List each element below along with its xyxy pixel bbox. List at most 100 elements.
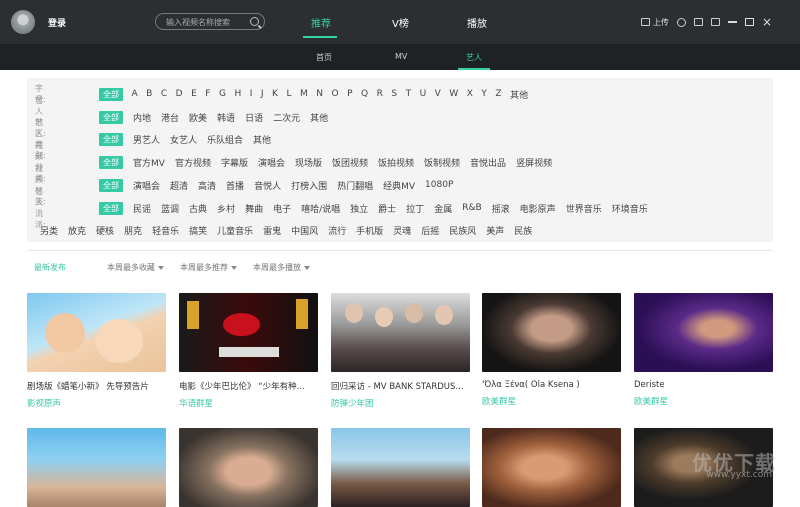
- video-artist[interactable]: 欧美群星: [634, 395, 773, 407]
- filter-option[interactable]: L: [286, 89, 291, 99]
- sort-most-favorited[interactable]: 本周最多收藏: [107, 262, 164, 273]
- filter-option[interactable]: 热门翻唱: [337, 179, 373, 192]
- filter-option[interactable]: Q: [361, 89, 368, 99]
- filter-option[interactable]: 超清: [170, 179, 188, 192]
- filter-option[interactable]: S: [391, 89, 397, 99]
- search-input[interactable]: 输入视频名称搜索: [166, 17, 230, 28]
- filter-option[interactable]: T: [406, 89, 412, 99]
- filter-option[interactable]: 饭制视频: [424, 156, 460, 169]
- search-box[interactable]: 输入视频名称搜索: [155, 13, 265, 30]
- filter-option[interactable]: 环境音乐: [612, 202, 648, 215]
- filter-option[interactable]: 中国风: [291, 224, 318, 237]
- filter-option[interactable]: R: [377, 89, 383, 99]
- video-card[interactable]: Deriste 欧美群星: [634, 293, 773, 407]
- filter-option[interactable]: 饭拍视频: [378, 156, 414, 169]
- video-thumbnail[interactable]: [634, 293, 773, 372]
- upload-button[interactable]: 上传: [641, 17, 669, 28]
- filter-option[interactable]: R&B: [462, 203, 481, 213]
- video-thumbnail[interactable]: [179, 293, 318, 372]
- filter-option[interactable]: 其他: [310, 111, 328, 124]
- filter-option[interactable]: I: [250, 89, 253, 99]
- filter-option[interactable]: 搞笑: [189, 224, 207, 237]
- filter-option[interactable]: Y: [481, 89, 487, 99]
- video-card[interactable]: 'Όλα Ξένα( Ola Ksena ) 欧美群星: [482, 293, 621, 407]
- video-card[interactable]: 回归采访 - MV BANK STARDUS... 防弹少年团: [331, 293, 470, 409]
- filter-option[interactable]: Z: [495, 89, 501, 99]
- video-artist[interactable]: 华语群星: [179, 397, 318, 409]
- filter-option[interactable]: 现场版: [295, 156, 322, 169]
- filter-option[interactable]: 全部: [99, 110, 123, 124]
- filter-option[interactable]: 音悦人: [254, 179, 281, 192]
- video-artist[interactable]: 欧美群星: [482, 395, 621, 407]
- video-thumbnail[interactable]: [482, 428, 621, 507]
- filter-option[interactable]: C: [161, 89, 167, 99]
- search-icon[interactable]: [250, 17, 259, 26]
- filter-option[interactable]: 经典MV: [383, 179, 415, 192]
- subtab-artist[interactable]: 艺人: [466, 52, 482, 63]
- login-button[interactable]: 登录: [48, 16, 66, 29]
- filter-option[interactable]: 女艺人: [170, 133, 197, 146]
- filter-option[interactable]: N: [316, 89, 323, 99]
- filter-option[interactable]: 首播: [226, 179, 244, 192]
- filter-option[interactable]: 拉丁: [406, 202, 424, 215]
- video-thumbnail[interactable]: [482, 293, 621, 372]
- sort-most-recommended[interactable]: 本周最多推荐: [180, 262, 237, 273]
- video-card[interactable]: [27, 428, 166, 507]
- skin-icon[interactable]: [710, 18, 720, 26]
- filter-option[interactable]: 嘻哈/说唱: [301, 202, 340, 215]
- video-artist[interactable]: 防弹少年团: [331, 397, 470, 409]
- filter-option[interactable]: 其他: [253, 133, 271, 146]
- sort-latest[interactable]: 最新发布: [34, 262, 66, 273]
- filter-option[interactable]: 官方视频: [175, 156, 211, 169]
- filter-option[interactable]: E: [191, 89, 197, 99]
- subtab-mv[interactable]: MV: [395, 52, 407, 61]
- filter-option[interactable]: 打榜入围: [291, 179, 327, 192]
- filter-option[interactable]: D: [176, 89, 183, 99]
- tab-vchart[interactable]: V榜: [392, 15, 409, 30]
- tab-play[interactable]: 播放: [467, 15, 487, 30]
- filter-option[interactable]: W: [449, 89, 458, 99]
- video-card[interactable]: 电影《少年巴比伦》 “少年有种... 华语群星: [179, 293, 318, 409]
- filter-option[interactable]: 全部: [99, 87, 123, 101]
- filter-option[interactable]: 官方MV: [133, 156, 165, 169]
- filter-option[interactable]: 美声: [486, 224, 504, 237]
- filter-option[interactable]: 全部: [99, 178, 123, 192]
- filter-option[interactable]: 乐队组合: [207, 133, 243, 146]
- close-icon[interactable]: ×: [762, 16, 772, 28]
- filter-option[interactable]: 二次元: [273, 111, 300, 124]
- filter-option[interactable]: 古典: [189, 202, 207, 215]
- video-card[interactable]: [179, 428, 318, 507]
- filter-option[interactable]: 民族: [514, 224, 532, 237]
- filter-option[interactable]: 电影原声: [520, 202, 556, 215]
- user-avatar[interactable]: [11, 10, 35, 34]
- filter-option[interactable]: 1080P: [425, 180, 453, 190]
- filter-option[interactable]: P: [347, 89, 352, 99]
- sort-most-played[interactable]: 本周最多播放: [253, 262, 310, 273]
- filter-option[interactable]: 民谣: [133, 202, 151, 215]
- filter-option[interactable]: 韩语: [217, 111, 235, 124]
- subtab-home[interactable]: 首页: [316, 52, 332, 63]
- video-title[interactable]: 回归采访 - MV BANK STARDUS...: [331, 380, 470, 392]
- filter-option[interactable]: 手机版: [356, 224, 383, 237]
- filter-option[interactable]: J: [261, 89, 264, 99]
- filter-option[interactable]: V: [435, 89, 441, 99]
- filter-option[interactable]: 世界音乐: [566, 202, 602, 215]
- filter-option[interactable]: M: [300, 89, 308, 99]
- video-title[interactable]: 剧场版《蜡笔小新》 先导预告片: [27, 380, 166, 392]
- filter-option[interactable]: 饭团视频: [332, 156, 368, 169]
- video-card[interactable]: [482, 428, 621, 507]
- filter-option[interactable]: U: [420, 89, 427, 99]
- filter-option[interactable]: F: [205, 89, 210, 99]
- filter-option[interactable]: 高清: [198, 179, 216, 192]
- filter-option[interactable]: 流行: [328, 224, 346, 237]
- filter-option[interactable]: B: [146, 89, 152, 99]
- filter-option[interactable]: 爵士: [378, 202, 396, 215]
- filter-option[interactable]: 全部: [99, 155, 123, 169]
- filter-option[interactable]: 电子: [273, 202, 291, 215]
- filter-option[interactable]: 演唱会: [258, 156, 285, 169]
- filter-option[interactable]: H: [234, 89, 241, 99]
- filter-option[interactable]: 轻音乐: [152, 224, 179, 237]
- filter-option[interactable]: 蓝调: [161, 202, 179, 215]
- video-thumbnail[interactable]: [331, 428, 470, 507]
- filter-option[interactable]: 金属: [434, 202, 452, 215]
